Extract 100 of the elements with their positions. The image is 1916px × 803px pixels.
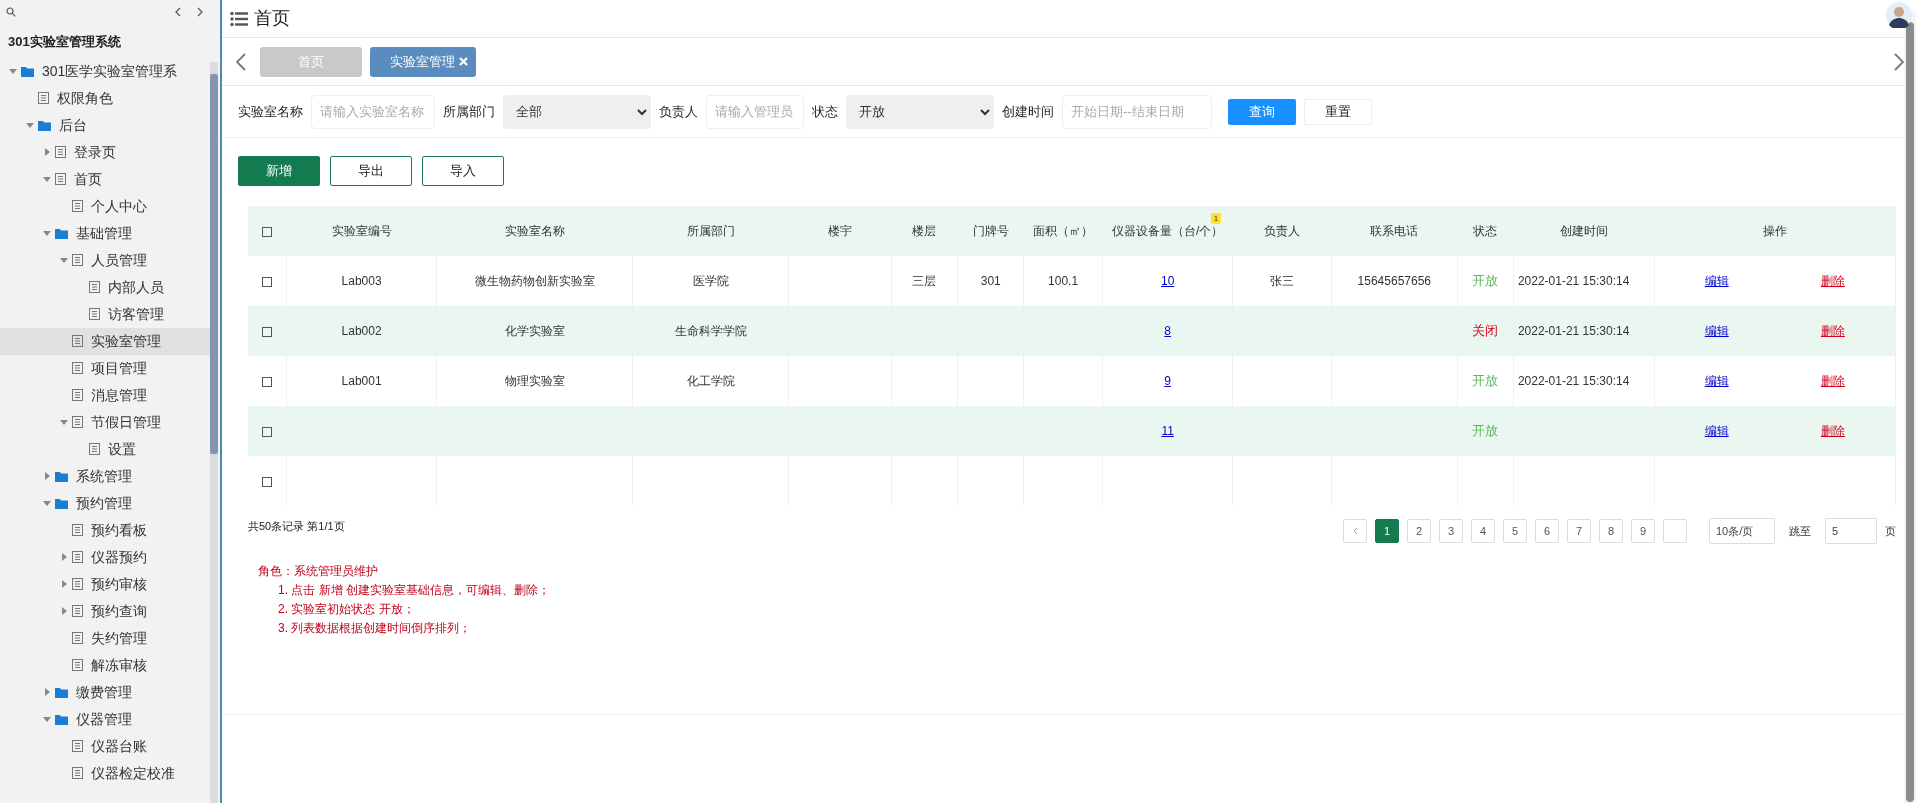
count-link[interactable]: 9 (1164, 374, 1171, 388)
tree-item[interactable]: 权限角色 (0, 84, 210, 112)
delete-link[interactable]: 删除 (1820, 272, 1845, 290)
chevron-right-icon[interactable] (1894, 52, 1904, 71)
tree-item[interactable]: 仪器预约 (0, 543, 210, 571)
folder-icon (55, 470, 68, 482)
checkbox[interactable] (261, 376, 272, 387)
tree-item[interactable]: 预约审核 (0, 570, 210, 598)
page-button[interactable]: 8 (1599, 519, 1623, 543)
reset-button[interactable]: 重置 (1304, 98, 1372, 125)
page-size-select[interactable]: 10条/页 (1709, 518, 1775, 544)
tree-item[interactable]: 预约看板 (0, 516, 210, 544)
tree-item[interactable]: 个人中心 (0, 192, 210, 220)
document-icon (72, 200, 83, 212)
caret-down-icon[interactable] (42, 715, 51, 723)
tree-item[interactable]: 301医学实验室管理系 (0, 57, 210, 85)
tree-item[interactable]: 访客管理 (0, 300, 210, 328)
tree-item[interactable]: 预约管理 (0, 489, 210, 517)
document-icon (38, 92, 49, 104)
field-label: 所属部门 (443, 102, 495, 121)
caret-down-icon[interactable] (59, 256, 68, 264)
tree-item[interactable]: 节假日管理 (0, 408, 210, 436)
caret-right-icon[interactable] (59, 607, 68, 615)
tree-item[interactable]: 后台 (0, 111, 210, 139)
tree-item[interactable]: 基础管理 (0, 219, 210, 247)
input-field[interactable]: 请输入管理员 (706, 94, 804, 129)
count-link[interactable]: 11 (1161, 424, 1174, 438)
edit-link[interactable]: 编辑 (1704, 372, 1729, 390)
tree-item[interactable]: 消息管理 (0, 381, 210, 409)
tree-item[interactable]: 预约查询 (0, 597, 210, 625)
tree-item[interactable]: 首页 (0, 165, 210, 193)
tree-item[interactable]: 内部人员 (0, 273, 210, 301)
chevron-right-icon[interactable] (197, 7, 204, 17)
page-button[interactable]: 6 (1535, 519, 1559, 543)
select-field[interactable]: 开放 (846, 94, 994, 129)
caret-down-icon[interactable] (8, 67, 17, 75)
page-button[interactable]: 2 (1407, 519, 1431, 543)
tree-item[interactable]: 人员管理 (0, 246, 210, 274)
jump-label: 跳至 (1789, 523, 1811, 539)
caret-right-icon[interactable] (42, 688, 51, 696)
delete-link[interactable]: 删除 (1820, 322, 1845, 340)
tree-item[interactable]: 失约管理 (0, 624, 210, 652)
caret-right-icon[interactable] (59, 553, 68, 561)
edit-link[interactable]: 编辑 (1704, 422, 1729, 440)
page-button[interactable]: 5 (1503, 519, 1527, 543)
input-field[interactable]: 请输入实验室名称 (311, 94, 435, 129)
page-button[interactable]: 4 (1471, 519, 1495, 543)
search-icon[interactable] (6, 7, 16, 17)
page-input[interactable]: 5 (1825, 518, 1877, 544)
count-link[interactable]: 8 (1164, 324, 1171, 338)
tree-item[interactable]: 仪器检定校准 (0, 759, 210, 787)
page-button[interactable]: 7 (1567, 519, 1591, 543)
scrollbar[interactable] (210, 62, 218, 803)
scrollbar[interactable] (1904, 12, 1916, 803)
caret-down-icon[interactable] (42, 175, 51, 183)
select-field[interactable]: 全部 (503, 94, 651, 129)
page-button[interactable]: 1 (1375, 519, 1399, 543)
tree-item[interactable]: 仪器管理 (0, 705, 210, 733)
count-link[interactable]: 10 (1160, 274, 1175, 288)
document-icon (72, 524, 83, 536)
tree-item[interactable]: 系统管理 (0, 462, 210, 490)
note-text: 2. 实验室初始状态 开放； (277, 601, 416, 618)
caret-right-icon[interactable] (59, 580, 68, 588)
caret-down-icon[interactable] (25, 121, 34, 129)
caret-right-icon[interactable] (42, 148, 51, 156)
delete-link[interactable]: 删除 (1820, 422, 1845, 440)
input-field[interactable]: 开始日期--结束日期 (1062, 94, 1212, 129)
chevron-left-icon[interactable] (236, 52, 246, 71)
action-button[interactable]: 导入 (422, 156, 504, 186)
tree-item[interactable]: 登录页 (0, 138, 210, 166)
caret-down-icon[interactable] (42, 229, 51, 237)
edit-link[interactable]: 编辑 (1704, 272, 1729, 290)
checkbox[interactable] (261, 226, 272, 237)
checkbox[interactable] (261, 326, 272, 337)
page-button[interactable]: 9 (1631, 519, 1655, 543)
tree-item[interactable]: 解冻审核 (0, 651, 210, 679)
tree-item[interactable]: 仪器台账 (0, 732, 210, 760)
page-button[interactable]: 3 (1439, 519, 1463, 543)
action-button[interactable]: 导出 (330, 156, 412, 186)
tree-item[interactable]: 设置 (0, 435, 210, 463)
status-text: 开放 (1472, 273, 1499, 289)
document-icon (72, 578, 83, 590)
caret-right-icon[interactable] (42, 472, 51, 480)
action-button[interactable]: 新增 (238, 156, 320, 186)
edit-link[interactable]: 编辑 (1704, 322, 1729, 340)
avatar-icon[interactable] (1886, 2, 1912, 28)
checkbox[interactable] (261, 276, 272, 287)
chevron-left-icon[interactable] (174, 7, 181, 17)
tree-item[interactable]: 实验室管理 (0, 327, 210, 355)
delete-link[interactable]: 删除 (1820, 372, 1845, 390)
tree-item[interactable]: 项目管理 (0, 354, 210, 382)
caret-down-icon[interactable] (42, 499, 51, 507)
folder-icon (55, 686, 68, 698)
checkbox[interactable] (261, 476, 272, 487)
tree-item[interactable]: 缴费管理 (0, 678, 210, 706)
checkbox[interactable] (261, 426, 272, 437)
menu-icon[interactable] (230, 10, 248, 27)
caret-down-icon[interactable] (59, 418, 68, 426)
tab[interactable]: 实验室管理 (370, 46, 476, 77)
close-icon[interactable] (459, 57, 468, 66)
